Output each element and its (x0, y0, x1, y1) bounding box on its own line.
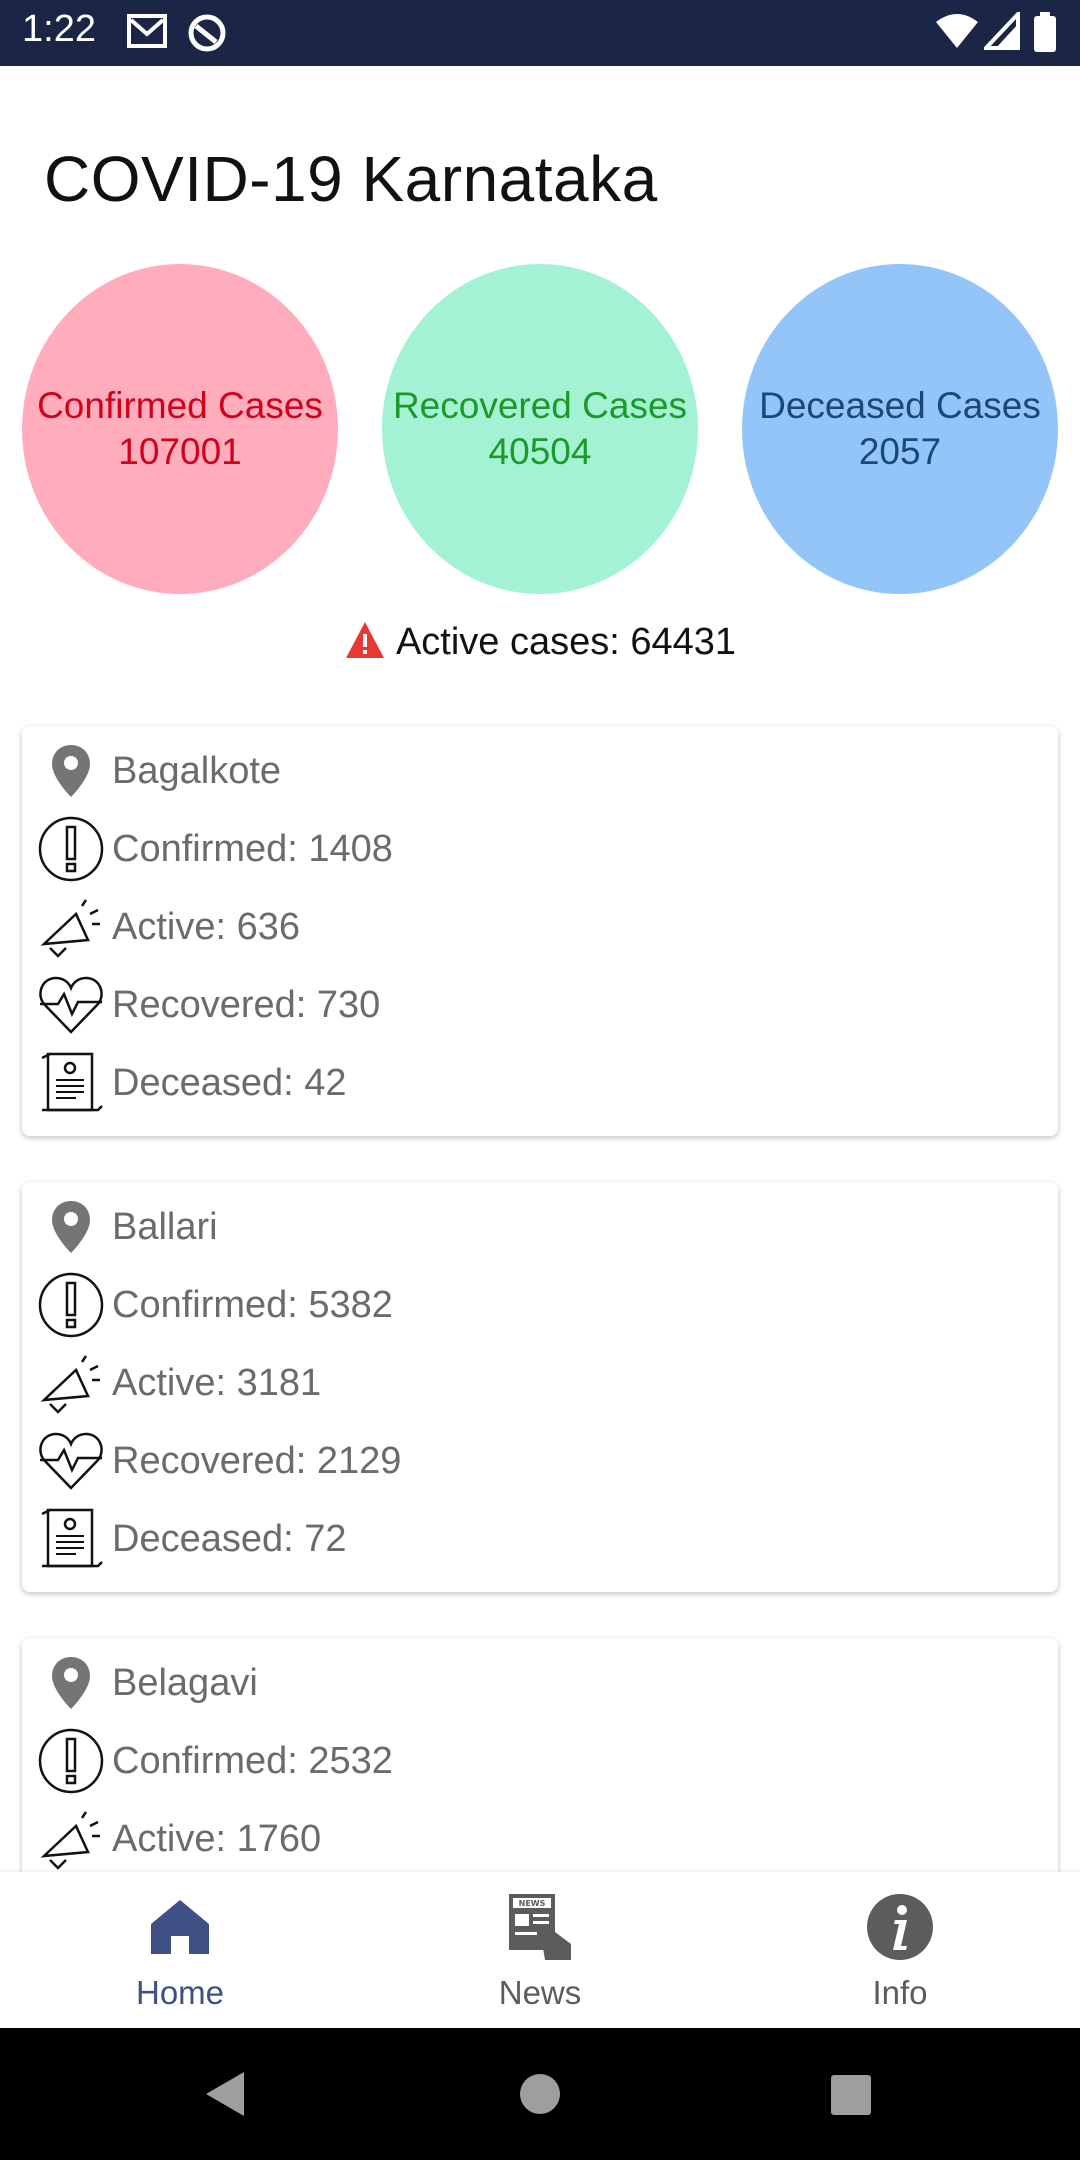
recovered-label: Recovered Cases (392, 385, 688, 426)
heartbeat-icon (36, 1426, 106, 1496)
location-pin-icon (36, 1648, 106, 1718)
confirmed-label: Confirmed Cases (37, 385, 323, 426)
nav-news[interactable]: NEWS News (360, 1872, 720, 2028)
confirmed-row: Confirmed: 2532 (36, 1726, 393, 1796)
certificate-icon (36, 1504, 106, 1574)
active-cases-text: Active cases: 64431 (395, 621, 737, 663)
deceased-value: 2057 (858, 431, 942, 472)
deceased-cases-circle: Deceased Cases 2057 (742, 264, 1058, 594)
home-circle-icon[interactable] (518, 2072, 562, 2116)
recovered-count: Recovered: 730 (112, 983, 381, 1026)
recovered-row: Recovered: 2129 (36, 1426, 401, 1496)
recovered-row: Recovered: 730 (36, 970, 380, 1040)
back-icon[interactable] (202, 2070, 246, 2118)
battery-icon (1034, 12, 1056, 52)
exclamation-icon (36, 814, 106, 884)
confirmed-row: Confirmed: 1408 (36, 814, 393, 884)
deceased-label: Deceased Cases (759, 385, 1041, 426)
megaphone-icon (36, 1804, 106, 1874)
district-name: Bagalkote (112, 749, 282, 792)
sync-icon (188, 14, 226, 52)
nav-info-label: Info (872, 1974, 928, 2011)
news-icon: NEWS (509, 1894, 571, 1960)
active-cases: Active cases: 64431 (0, 620, 1080, 664)
deceased-count: Deceased: 42 (112, 1061, 347, 1104)
signal-icon (984, 12, 1020, 50)
info-icon (867, 1894, 933, 1960)
exclamation-icon (36, 1270, 106, 1340)
district-name-row: Belagavi (36, 1648, 258, 1718)
status-time: 1:22 (22, 8, 96, 50)
svg-text:NEWS: NEWS (519, 1899, 546, 1908)
confirmed-count: Confirmed: 1408 (112, 827, 393, 870)
district-name: Belagavi (112, 1661, 258, 1704)
active-row: Active: 3181 (36, 1348, 321, 1418)
megaphone-icon (36, 1348, 106, 1418)
gmail-icon (127, 14, 167, 48)
district-card[interactable]: Ballari Confirmed: 5382 Active: 3181 Rec… (22, 1182, 1058, 1592)
recovered-cases-circle: Recovered Cases 40504 (382, 264, 698, 594)
deceased-row: Deceased: 72 (36, 1504, 347, 1574)
confirmed-count: Confirmed: 5382 (112, 1283, 393, 1326)
active-count: Active: 1760 (112, 1817, 322, 1860)
nav-home[interactable]: Home (0, 1872, 360, 2028)
active-count: Active: 636 (112, 905, 300, 948)
megaphone-icon (36, 892, 106, 962)
exclamation-icon (36, 1726, 106, 1796)
active-row: Active: 1760 (36, 1804, 321, 1874)
district-name: Ballari (112, 1205, 218, 1248)
location-pin-icon (36, 736, 106, 806)
warning-icon (345, 622, 384, 658)
heartbeat-icon (36, 970, 106, 1040)
recovered-value: 40504 (488, 431, 592, 472)
confirmed-cases-circle: Confirmed Cases 107001 (22, 264, 338, 594)
district-name-row: Bagalkote (36, 736, 281, 806)
district-card[interactable]: Bagalkote Confirmed: 1408 Active: 636 Re… (22, 726, 1058, 1136)
district-name-row: Ballari (36, 1192, 218, 1262)
location-pin-icon (36, 1192, 106, 1262)
nav-news-label: News (498, 1974, 582, 2011)
system-nav-bar (0, 2028, 1080, 2160)
confirmed-value: 107001 (118, 431, 242, 472)
recents-icon[interactable] (830, 2074, 872, 2116)
status-bar: 1:22 (0, 0, 1080, 66)
recovered-count: Recovered: 2129 (112, 1439, 402, 1482)
deceased-count: Deceased: 72 (112, 1517, 347, 1560)
home-icon (151, 1900, 209, 1954)
deceased-row: Deceased: 42 (36, 1048, 347, 1118)
active-count: Active: 3181 (112, 1361, 322, 1404)
wifi-icon (936, 14, 978, 48)
bottom-navigation: Home NEWS News Info (0, 1872, 1080, 2028)
nav-home-label: Home (135, 1974, 225, 2011)
nav-info[interactable]: Info (720, 1872, 1080, 2028)
certificate-icon (36, 1048, 106, 1118)
active-row: Active: 636 (36, 892, 300, 962)
confirmed-row: Confirmed: 5382 (36, 1270, 393, 1340)
confirmed-count: Confirmed: 2532 (112, 1739, 393, 1782)
page-title: COVID-19 Karnataka (44, 143, 658, 215)
